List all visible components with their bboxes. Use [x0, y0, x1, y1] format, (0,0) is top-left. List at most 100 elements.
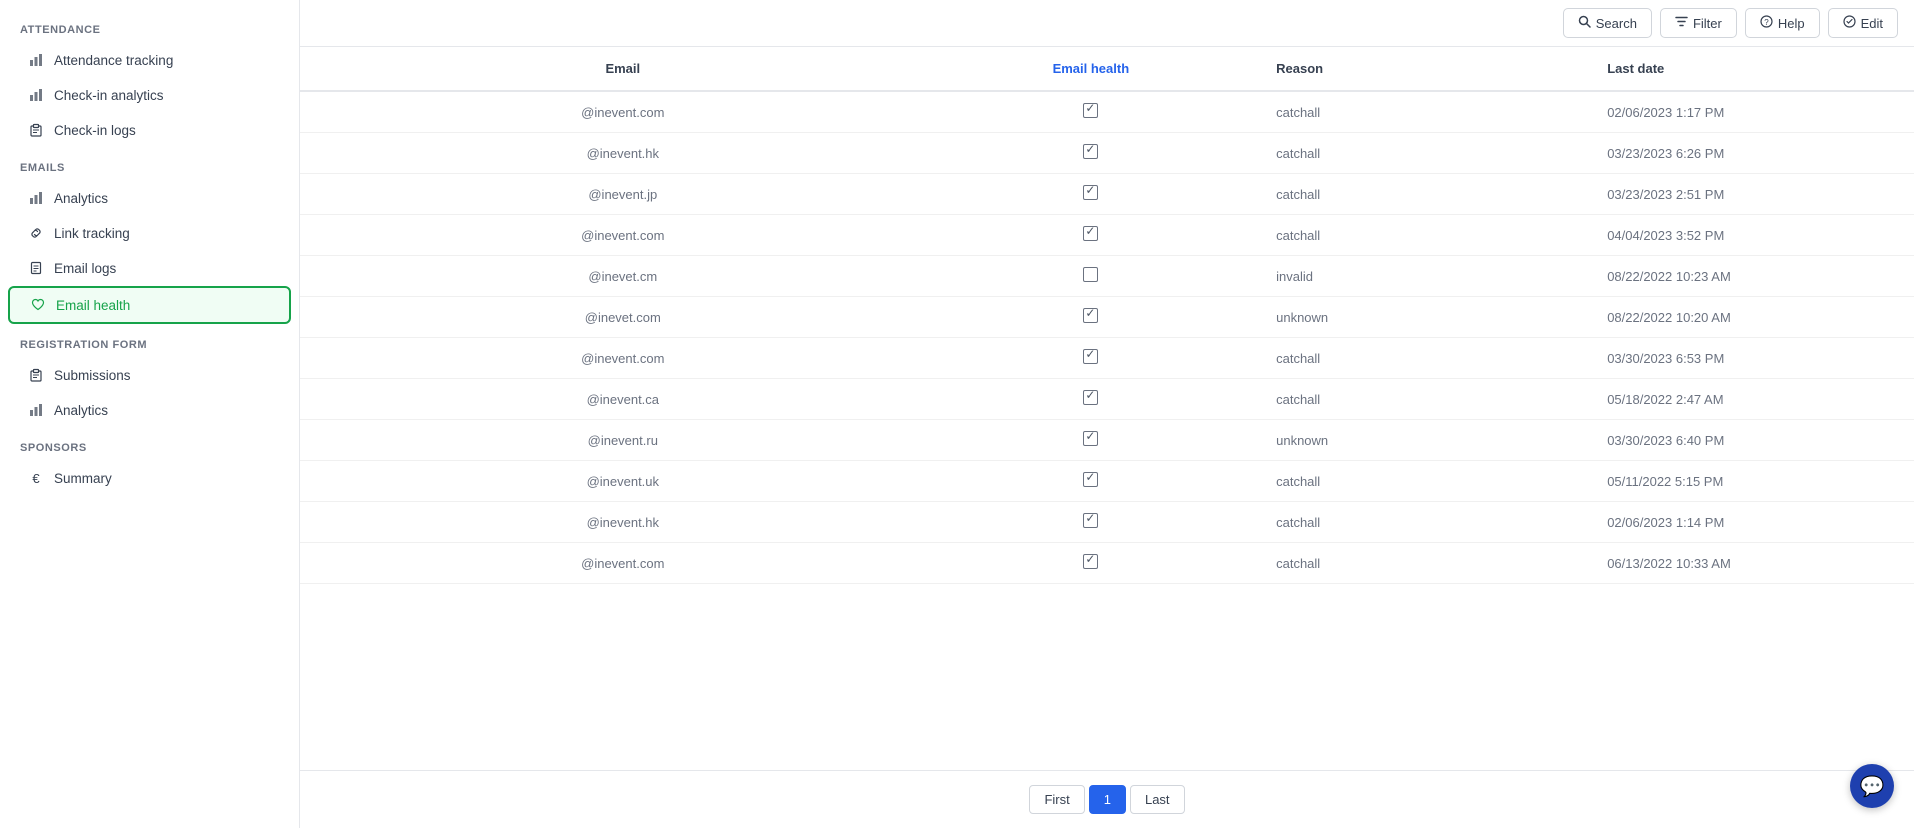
- svg-text:?: ?: [1764, 18, 1769, 27]
- cell-health-6: [946, 338, 1237, 379]
- health-checkbox-9: [1083, 472, 1098, 487]
- clipboard-icon: [28, 122, 44, 138]
- help-button[interactable]: ? Help: [1745, 8, 1820, 38]
- search-label: Search: [1596, 16, 1637, 31]
- cell-health-0: [946, 91, 1237, 133]
- health-checkbox-2: [1083, 185, 1098, 200]
- cell-date-10: 02/06/2023 1:14 PM: [1591, 502, 1914, 543]
- health-checkbox-0: [1083, 103, 1098, 118]
- filter-icon: [1675, 15, 1688, 31]
- cell-reason-8: unknown: [1236, 420, 1591, 461]
- health-checkbox-3: [1083, 226, 1098, 241]
- main-content: Search Filter? Help Edit Email Email health…: [300, 0, 1914, 828]
- cell-email-9: @inevent.uk: [300, 461, 946, 502]
- sidebar-item-reg-analytics[interactable]: Analytics: [8, 393, 291, 427]
- cell-reason-2: catchall: [1236, 174, 1591, 215]
- sidebar-item-analytics[interactable]: Analytics: [8, 181, 291, 215]
- sidebar-item-submissions[interactable]: Submissions: [8, 358, 291, 392]
- cell-date-0: 02/06/2023 1:17 PM: [1591, 91, 1914, 133]
- topbar: Search Filter? Help Edit: [300, 0, 1914, 47]
- bar-chart-icon: [28, 87, 44, 103]
- sidebar-item-link-tracking[interactable]: Link tracking: [8, 216, 291, 250]
- cell-date-8: 03/30/2023 6:40 PM: [1591, 420, 1914, 461]
- email-health-table: Email Email health Reason Last date @ine…: [300, 47, 1914, 584]
- table-row: @inevent.jpcatchall03/23/2023 2:51 PM: [300, 174, 1914, 215]
- table-row: @inevent.comcatchall06/13/2022 10:33 AM: [300, 543, 1914, 584]
- health-checkbox-4: [1083, 267, 1098, 282]
- table-row: @inevent.hkcatchall02/06/2023 1:14 PM: [300, 502, 1914, 543]
- cell-health-4: [946, 256, 1237, 297]
- cell-health-7: [946, 379, 1237, 420]
- sidebar-item-label-submissions: Submissions: [54, 368, 131, 383]
- table-row: @inevent.comcatchall03/30/2023 6:53 PM: [300, 338, 1914, 379]
- filter-button[interactable]: Filter: [1660, 8, 1737, 38]
- cell-email-7: @inevent.ca: [300, 379, 946, 420]
- bar-chart-icon: [28, 402, 44, 418]
- filter-label: Filter: [1693, 16, 1722, 31]
- help-icon: ?: [1760, 15, 1773, 31]
- table-body: @inevent.comcatchall02/06/2023 1:17 PM@i…: [300, 91, 1914, 584]
- search-button[interactable]: Search: [1563, 8, 1652, 38]
- first-page-button[interactable]: First: [1029, 785, 1084, 814]
- cell-date-7: 05/18/2022 2:47 AM: [1591, 379, 1914, 420]
- cell-reason-9: catchall: [1236, 461, 1591, 502]
- file-icon: [28, 260, 44, 276]
- cell-health-9: [946, 461, 1237, 502]
- cell-reason-3: catchall: [1236, 215, 1591, 256]
- sidebar-item-summary[interactable]: € Summary: [8, 461, 291, 495]
- health-checkbox-6: [1083, 349, 1098, 364]
- cell-health-8: [946, 420, 1237, 461]
- sidebar-section-emails: EMAILS: [0, 148, 299, 180]
- sidebar-item-label-summary: Summary: [54, 471, 112, 486]
- link-icon: [28, 225, 44, 241]
- sidebar-item-label-reg-analytics: Analytics: [54, 403, 108, 418]
- cell-reason-5: unknown: [1236, 297, 1591, 338]
- cell-reason-0: catchall: [1236, 91, 1591, 133]
- cell-date-3: 04/04/2023 3:52 PM: [1591, 215, 1914, 256]
- health-checkbox-8: [1083, 431, 1098, 446]
- sidebar-item-label-email-logs: Email logs: [54, 261, 116, 276]
- euro-icon: €: [28, 470, 44, 486]
- table-row: @inevet.comunknown08/22/2022 10:20 AM: [300, 297, 1914, 338]
- pagination: First 1 Last: [300, 770, 1914, 828]
- bar-chart-icon: [28, 190, 44, 206]
- health-checkbox-7: [1083, 390, 1098, 405]
- chat-bubble[interactable]: 💬: [1850, 764, 1894, 808]
- col-header-date: Last date: [1591, 47, 1914, 91]
- sidebar-item-label-check-in-logs: Check-in logs: [54, 123, 136, 138]
- cell-reason-7: catchall: [1236, 379, 1591, 420]
- cell-reason-6: catchall: [1236, 338, 1591, 379]
- cell-email-2: @inevent.jp: [300, 174, 946, 215]
- cell-date-11: 06/13/2022 10:33 AM: [1591, 543, 1914, 584]
- table-row: @inevent.ca catchall05/18/2022 2:47 AM: [300, 379, 1914, 420]
- cell-email-11: @inevent.com: [300, 543, 946, 584]
- sidebar-section-registration-form: REGISTRATION FORM: [0, 325, 299, 357]
- help-label: Help: [1778, 16, 1805, 31]
- edit-icon: [1843, 15, 1856, 31]
- table-header: Email Email health Reason Last date: [300, 47, 1914, 91]
- sidebar-item-check-in-analytics[interactable]: Check-in analytics: [8, 78, 291, 112]
- clipboard-icon: [28, 367, 44, 383]
- cell-health-3: [946, 215, 1237, 256]
- table-row: @inevet.cminvalid08/22/2022 10:23 AM: [300, 256, 1914, 297]
- table-row: @inevent.ruunknown03/30/2023 6:40 PM: [300, 420, 1914, 461]
- sidebar-item-check-in-logs[interactable]: Check-in logs: [8, 113, 291, 147]
- table-container: Email Email health Reason Last date @ine…: [300, 47, 1914, 770]
- col-header-reason: Reason: [1236, 47, 1591, 91]
- sidebar-item-label-analytics: Analytics: [54, 191, 108, 206]
- cell-email-3: @inevent.com: [300, 215, 946, 256]
- search-icon: [1578, 15, 1591, 31]
- sidebar-item-label-email-health: Email health: [56, 298, 130, 313]
- cell-health-5: [946, 297, 1237, 338]
- sidebar-item-email-logs[interactable]: Email logs: [8, 251, 291, 285]
- health-checkbox-11: [1083, 554, 1098, 569]
- last-page-button[interactable]: Last: [1130, 785, 1185, 814]
- sidebar-item-attendance-tracking[interactable]: Attendance tracking: [8, 43, 291, 77]
- sidebar-item-email-health[interactable]: Email health: [8, 286, 291, 324]
- sidebar-section-attendance: ATTENDANCE: [0, 10, 299, 42]
- col-header-health: Email health: [946, 47, 1237, 91]
- page-1-button[interactable]: 1: [1089, 785, 1126, 814]
- bar-chart-icon: [28, 52, 44, 68]
- cell-reason-10: catchall: [1236, 502, 1591, 543]
- edit-button[interactable]: Edit: [1828, 8, 1898, 38]
